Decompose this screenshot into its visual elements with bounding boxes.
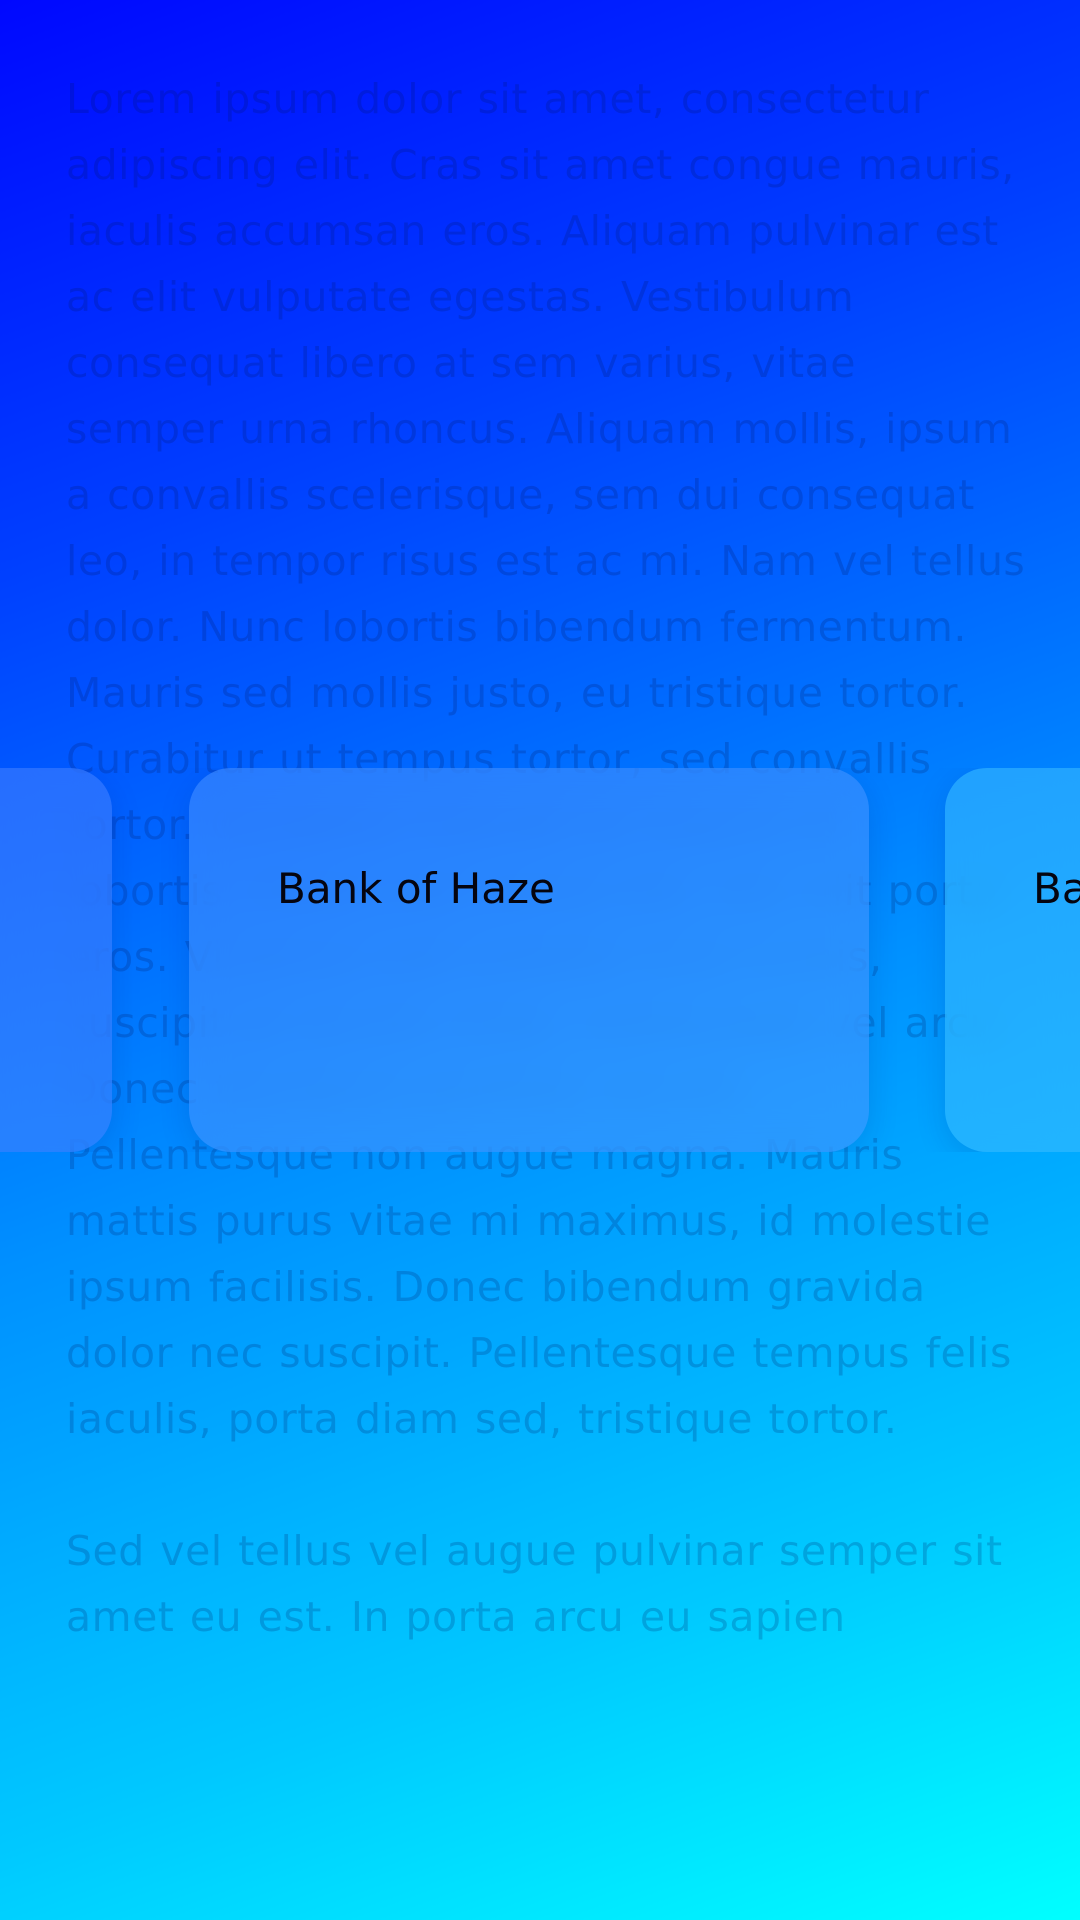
card-carousel[interactable]: Bank of Haze Ba — [0, 768, 1080, 1152]
card-next[interactable]: Ba — [945, 768, 1080, 1152]
card-next-name: Ba — [1033, 864, 1080, 913]
card-current[interactable]: Bank of Haze — [189, 768, 869, 1152]
card-previous[interactable] — [0, 768, 112, 1152]
background-paragraph-2: Sed vel tellus vel augue pulvinar semper… — [66, 1527, 1003, 1641]
card-current-name: Bank of Haze — [277, 864, 555, 913]
background-paragraph-1: Lorem ipsum dolor sit amet, consectetur … — [66, 75, 1026, 1443]
